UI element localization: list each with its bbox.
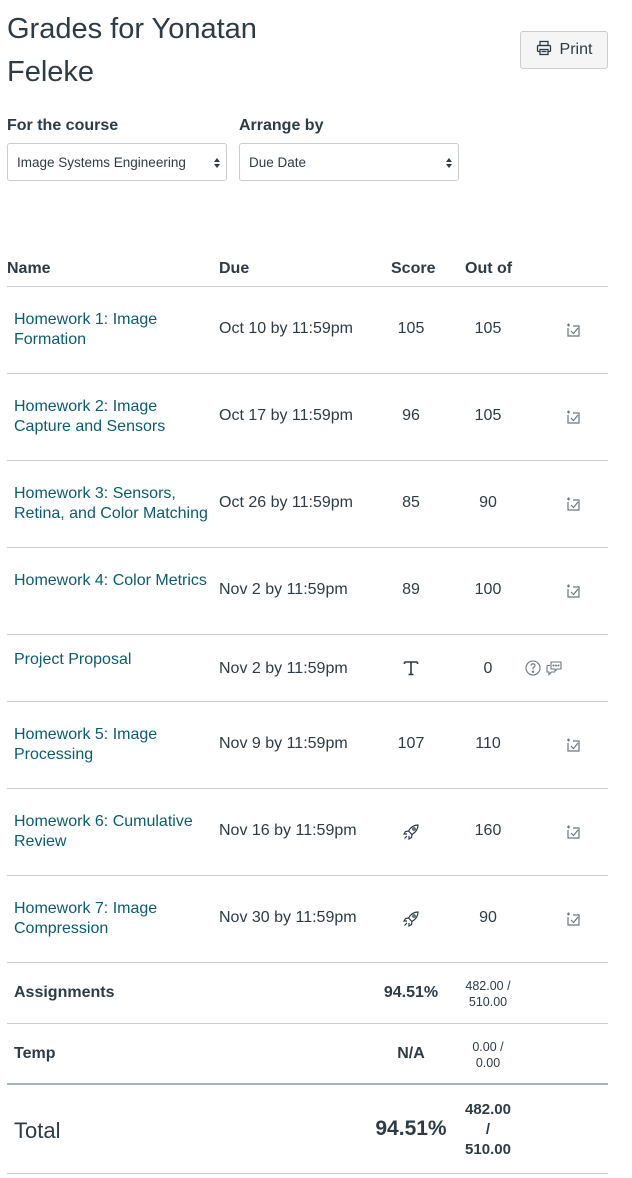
arrange-by-select[interactable]: Due Date [239,143,459,181]
course-select-value: Image Systems Engineering [17,154,186,170]
total-fraction: 482.00 / 510.00 [455,1100,521,1160]
table-row: Homework 4: Color Metrics Nov 2 by 11:59… [7,548,608,635]
due-date: Oct 10 by 11:59pm [219,320,353,337]
what-if-comments-icons [524,659,563,677]
group-percent: N/A [397,1045,425,1062]
group-total-row: Assignments 94.51% 482.00 / 510.00 [7,963,608,1024]
score-value[interactable]: 89 [371,581,451,599]
total-fraction-slash: / [485,1121,491,1138]
rubric-icon[interactable] [563,320,583,340]
info-icon[interactable] [524,659,542,677]
due-date: Nov 9 by 11:59pm [219,735,348,752]
score-value[interactable]: 105 [371,320,451,338]
group-fraction-earned: 482.00 / [465,979,511,993]
page-title: Grades for Yonatan Feleke [7,13,257,88]
points-possible: 90 [479,494,497,511]
group-label: Temp [14,1045,56,1062]
total-fraction-earned: 482.00 [465,1101,511,1118]
rubric-icon[interactable] [563,735,583,755]
assignment-link[interactable]: Homework 2: Image Capture and Sensors [14,397,214,437]
assignment-link[interactable]: Homework 5: Image Processing [14,725,214,765]
points-possible: 100 [474,581,502,598]
table-row: Homework 5: Image Processing Nov 9 by 11… [7,702,608,789]
assignment-link[interactable]: Project Proposal [14,650,214,670]
column-header-name[interactable]: Name [7,260,51,278]
arrange-by-label: Arrange by [239,117,324,134]
group-fraction-possible: 0.00 [475,1056,501,1070]
text-submission-icon[interactable] [402,659,420,677]
rubric-icon[interactable] [563,494,583,514]
print-button-label: Print [559,41,593,58]
table-row: Homework 7: Image Compression Nov 30 by … [7,876,608,963]
column-header-due[interactable]: Due [219,260,249,278]
assignment-link[interactable]: Homework 3: Sensors, Retina, and Color M… [14,484,219,524]
group-fraction: 482.00 / 510.00 [455,978,521,1010]
course-filter-label: For the course [7,117,119,134]
due-date: Oct 17 by 11:59pm [219,407,353,424]
print-button[interactable]: Print [520,31,608,69]
course-select[interactable]: Image Systems Engineering [7,143,227,181]
group-label: Assignments [14,984,115,1001]
table-row: Homework 2: Image Capture and Sensors Oc… [7,374,608,461]
due-date: Nov 16 by 11:59pm [219,822,357,839]
table-row: Homework 1: Image Formation Oct 10 by 11… [7,287,608,374]
select-caret-icon [446,158,452,168]
assignment-link[interactable]: Homework 6: Cumulative Review [14,812,214,852]
score-value[interactable]: 107 [371,735,451,753]
assignment-link[interactable]: Homework 7: Image Compression [14,899,214,939]
table-row: Homework 3: Sensors, Retina, and Color M… [7,461,608,548]
due-date: Oct 26 by 11:59pm [219,494,353,511]
score-value[interactable]: 85 [371,494,451,512]
comments-icon[interactable] [545,659,563,677]
column-header-score[interactable]: Score [391,260,435,278]
due-date: Nov 2 by 11:59pm [219,581,348,598]
total-fraction-possible: 510.00 [465,1141,511,1158]
group-fraction-possible: 510.00 [468,995,508,1009]
group-fraction: 0.00 / 0.00 [455,1039,521,1071]
rubric-icon[interactable] [563,822,583,842]
group-percent: 94.51% [383,984,439,1001]
due-date: Nov 30 by 11:59pm [219,909,357,926]
group-total-row: Temp N/A 0.00 / 0.00 [7,1024,608,1085]
points-possible: 110 [475,735,501,752]
assignment-link[interactable]: Homework 1: Image Formation [14,310,214,350]
points-possible: 90 [479,909,497,926]
arrange-by-select-value: Due Date [249,154,307,170]
table-header: Name Due Score Out of [7,250,608,287]
total-label: Total [14,1118,61,1143]
points-possible: 105 [474,407,502,424]
select-caret-icon [214,158,220,168]
rubric-icon[interactable] [563,581,583,601]
grades-table: Name Due Score Out of Homework 1: Image … [7,250,608,1174]
points-possible: 160 [474,822,502,839]
rubric-icon[interactable] [563,407,583,427]
points-possible: 0 [483,660,493,677]
score-value[interactable]: 96 [371,407,451,425]
total-percent: 94.51% [375,1117,447,1140]
table-row: Project Proposal Nov 2 by 11:59pm 0 [7,635,608,702]
table-row: Homework 6: Cumulative Review Nov 16 by … [7,789,608,876]
points-possible: 105 [474,320,502,337]
assignment-link[interactable]: Homework 4: Color Metrics [14,571,214,591]
final-total-row: Total 94.51% 482.00 / 510.00 [7,1085,608,1174]
submitted-rocket-icon[interactable] [402,910,420,928]
rubric-icon[interactable] [563,909,583,929]
submitted-rocket-icon[interactable] [402,823,420,841]
due-date: Nov 2 by 11:59pm [219,660,348,677]
printer-icon [536,40,552,61]
group-fraction-earned: 0.00 / [472,1040,504,1054]
column-header-out-of[interactable]: Out of [465,260,512,278]
